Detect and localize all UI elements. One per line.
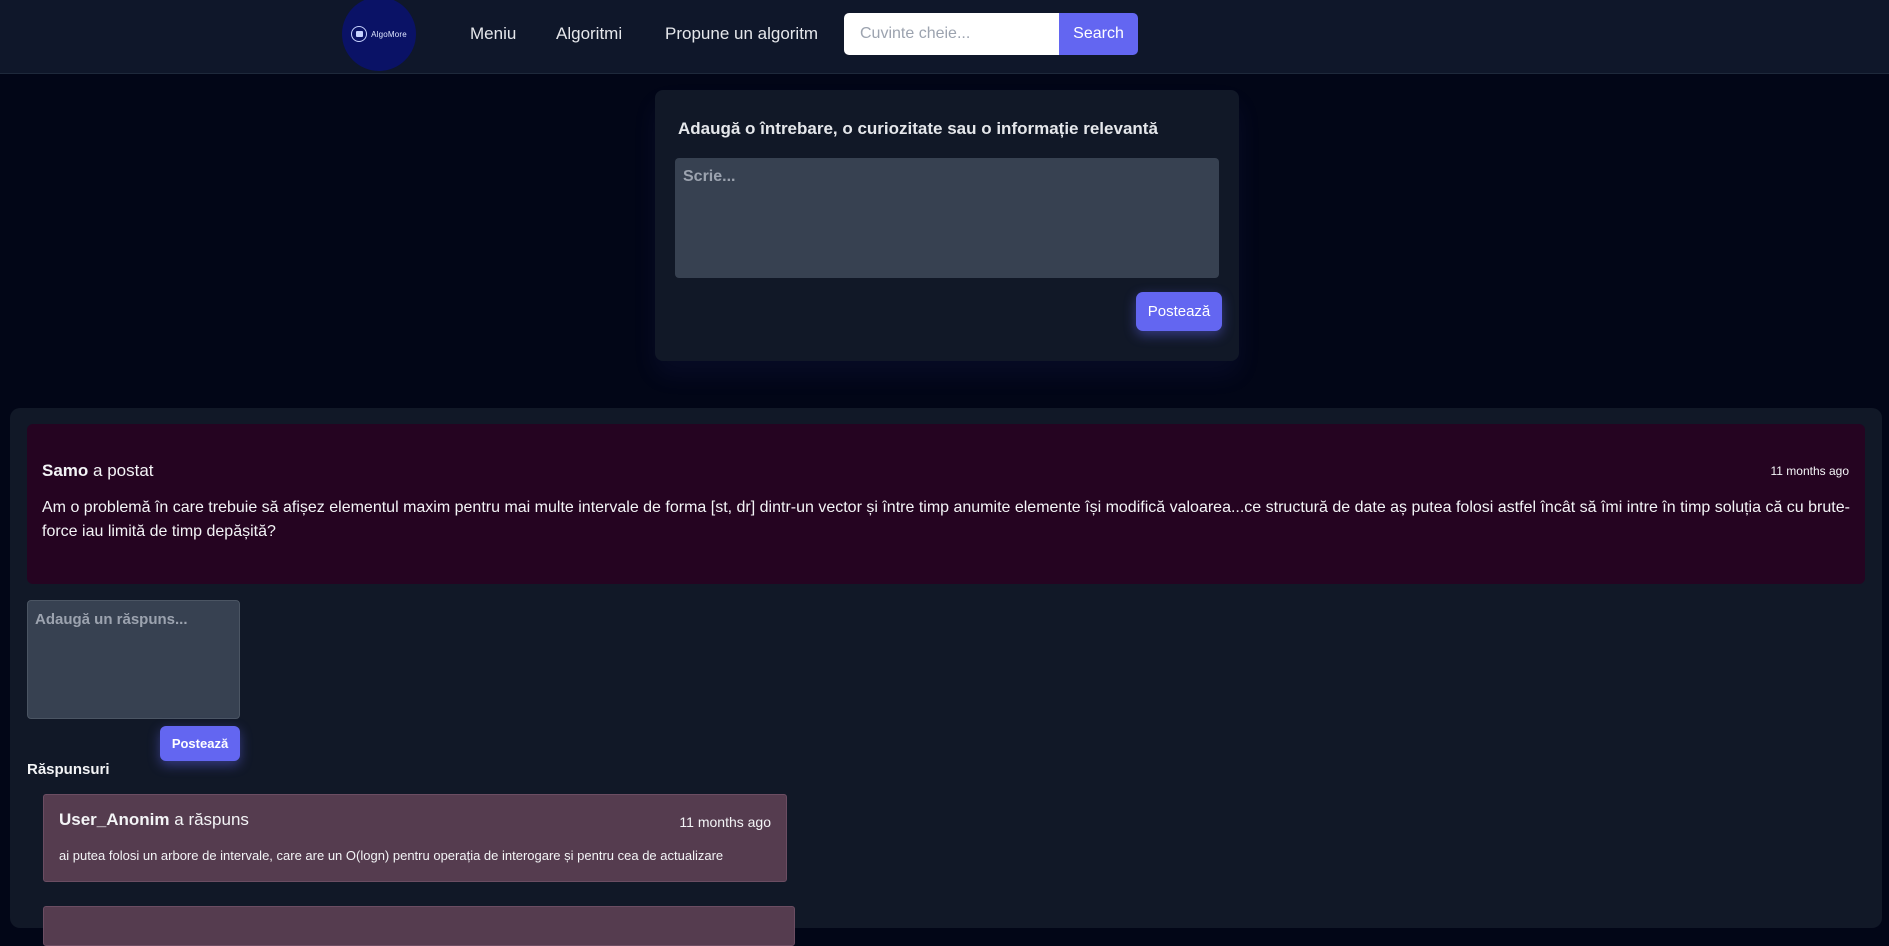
posts-feed: Samo a postat 11 months ago Am o problem… <box>10 408 1882 946</box>
composer-title: Adaugă o întrebare, o curiozitate sau o … <box>678 119 1158 138</box>
post-reply-button[interactable]: Postează <box>160 726 240 761</box>
post-card: Samo a postat 11 months ago Am o problem… <box>27 424 1865 584</box>
post-action: a postat <box>93 461 154 480</box>
site-logo[interactable]: AlgoMore <box>342 0 416 71</box>
answer-card: User_Anonim a răspuns 11 months ago ai p… <box>43 794 787 882</box>
nav-link-algoritmi[interactable]: Algoritmi <box>556 24 622 44</box>
answer-action: a răspuns <box>174 810 249 829</box>
question-composer: Adaugă o întrebare, o curiozitate sau o … <box>655 90 1239 361</box>
reply-textarea[interactable] <box>27 600 240 719</box>
post-question-button[interactable]: Postează <box>1136 292 1222 331</box>
post-header: Samo a postat <box>42 461 154 481</box>
search-button[interactable]: Search <box>1059 13 1138 55</box>
answer-author[interactable]: User_Anonim <box>59 810 170 829</box>
question-textarea[interactable] <box>675 158 1219 278</box>
search-input[interactable] <box>844 13 1059 55</box>
nav-link-meniu[interactable]: Meniu <box>470 24 516 44</box>
answer-card <box>43 906 795 946</box>
logo-icon <box>351 26 368 42</box>
answer-header: User_Anonim a răspuns <box>59 810 249 830</box>
post-author[interactable]: Samo <box>42 461 88 480</box>
post-body: Am o problemă în care trebuie să afișez … <box>42 499 1850 540</box>
answers-heading: Răspunsuri <box>27 761 110 778</box>
logo-text: AlgoMore <box>371 29 407 39</box>
post-timestamp: 11 months ago <box>1770 464 1850 478</box>
answer-timestamp: 11 months ago <box>679 814 771 830</box>
nav-link-propune-algoritm[interactable]: Propune un algoritm <box>665 24 818 44</box>
navbar: AlgoMore Meniu Algoritmi Propune un algo… <box>0 0 1889 74</box>
answer-body: ai putea folosi un arbore de intervale, … <box>59 848 724 863</box>
